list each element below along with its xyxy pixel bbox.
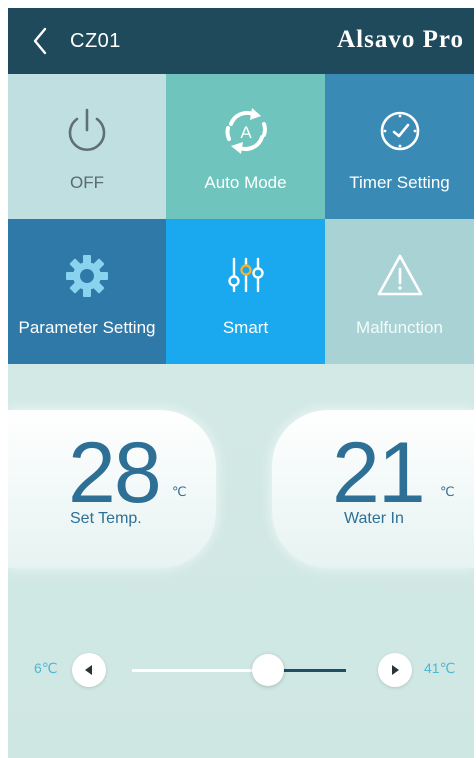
decrease-temp-button[interactable] [72,653,106,687]
set-temp-unit: ℃ [172,484,187,499]
tile-label-smart: Smart [222,318,269,337]
parameter-setting-button[interactable]: Parameter Setting [8,219,166,364]
triangle-left-icon [85,665,92,675]
back-button[interactable] [26,24,54,58]
water-in-unit: ℃ [440,484,455,499]
set-temp-card[interactable]: 28 ℃ Set Temp. [8,410,216,568]
warning-icon [377,254,422,296]
temperature-slider: 6℃ 41℃ [8,644,474,694]
slider-track-fill [280,669,346,672]
triangle-right-icon [392,665,399,675]
set-temp-label: Set Temp. [70,510,142,527]
tile-label-auto-mode: Auto Mode [204,173,287,192]
app-screen: CZ01 Alsavo Pro OFF A Auto Mode Timer Se… [8,8,474,758]
auto-mode-icon: A [225,108,267,154]
water-in-value: 21 [332,425,426,521]
slider-min-label: 6℃ [34,660,58,676]
tile-label-off: OFF [70,173,104,192]
timer-setting-button[interactable]: Timer Setting [325,74,474,219]
smart-button[interactable]: Smart [166,219,325,364]
tile-label-malfunction: Malfunction [356,318,443,337]
tile-label-parameter: Parameter Setting [18,318,156,337]
slider-max-label: 41℃ [424,660,456,676]
auto-mode-button[interactable]: A Auto Mode [166,74,325,219]
power-icon [68,108,106,151]
control-grid: OFF A Auto Mode Timer Setting Parameter … [8,74,474,364]
device-name: CZ01 [70,30,121,52]
water-in-card: 21 ℃ Water In [272,410,474,568]
sliders-icon [227,257,264,293]
slider-thumb[interactable] [252,654,284,686]
app-header: CZ01 Alsavo Pro [8,8,474,74]
malfunction-button[interactable]: Malfunction [325,219,474,364]
set-temp-value: 28 [68,425,162,521]
water-in-label: Water In [344,510,404,527]
gear-icon [66,255,108,297]
chevron-left-icon [33,27,47,55]
increase-temp-button[interactable] [378,653,412,687]
clock-icon [380,111,419,151]
brand-logo: Alsavo Pro [337,26,464,53]
svg-text:A: A [240,123,252,142]
tile-label-timer: Timer Setting [349,173,450,192]
power-off-button[interactable]: OFF [8,74,166,219]
